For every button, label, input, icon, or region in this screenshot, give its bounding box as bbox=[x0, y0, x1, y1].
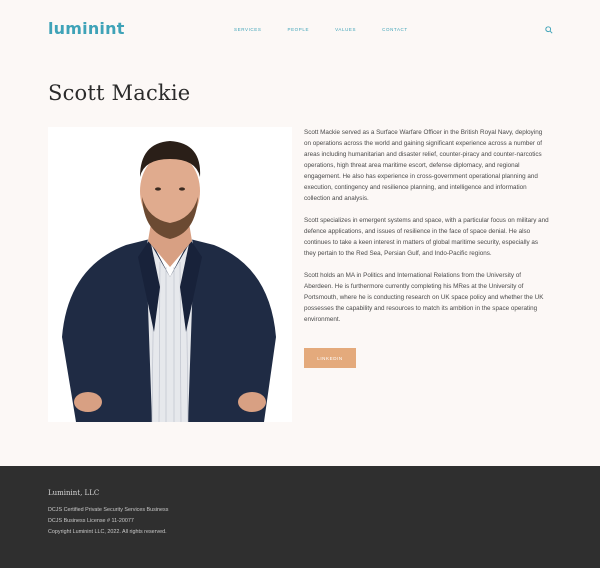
footer-copyright: Copyright Luminint LLC, 2022. All rights… bbox=[48, 529, 167, 535]
footer-brand: Luminint, LLC bbox=[48, 489, 100, 497]
bio-paragraph: Scott Mackie served as a Surface Warfare… bbox=[304, 129, 543, 202]
bio-paragraph: Scott holds an MA in Politics and Intern… bbox=[304, 272, 544, 323]
site-logo[interactable]: luminint bbox=[48, 19, 125, 38]
linkedin-button[interactable]: LINKEDIN bbox=[304, 348, 356, 368]
bio-paragraph: Scott specializes in emergent systems an… bbox=[304, 217, 549, 257]
search-icon[interactable] bbox=[545, 26, 553, 34]
footer-license: DCJS Business License # 11-20077 bbox=[48, 518, 134, 524]
site-header: luminint SERVICES PEOPLE VALUES CONTACT bbox=[0, 0, 600, 62]
nav-services[interactable]: SERVICES bbox=[234, 27, 261, 32]
nav-people[interactable]: PEOPLE bbox=[287, 27, 309, 32]
main-nav: SERVICES PEOPLE VALUES CONTACT bbox=[234, 27, 434, 32]
nav-contact[interactable]: CONTACT bbox=[382, 27, 408, 32]
nav-values[interactable]: VALUES bbox=[335, 27, 356, 32]
footer-certification: DCJS Certified Private Security Services… bbox=[48, 507, 169, 513]
bio-section: Scott Mackie served as a Surface Warfare… bbox=[304, 127, 550, 336]
portrait-illustration bbox=[48, 127, 292, 422]
portrait-photo bbox=[48, 127, 292, 422]
site-footer: Luminint, LLC DCJS Certified Private Sec… bbox=[0, 466, 600, 568]
page-title: Scott Mackie bbox=[48, 81, 191, 105]
